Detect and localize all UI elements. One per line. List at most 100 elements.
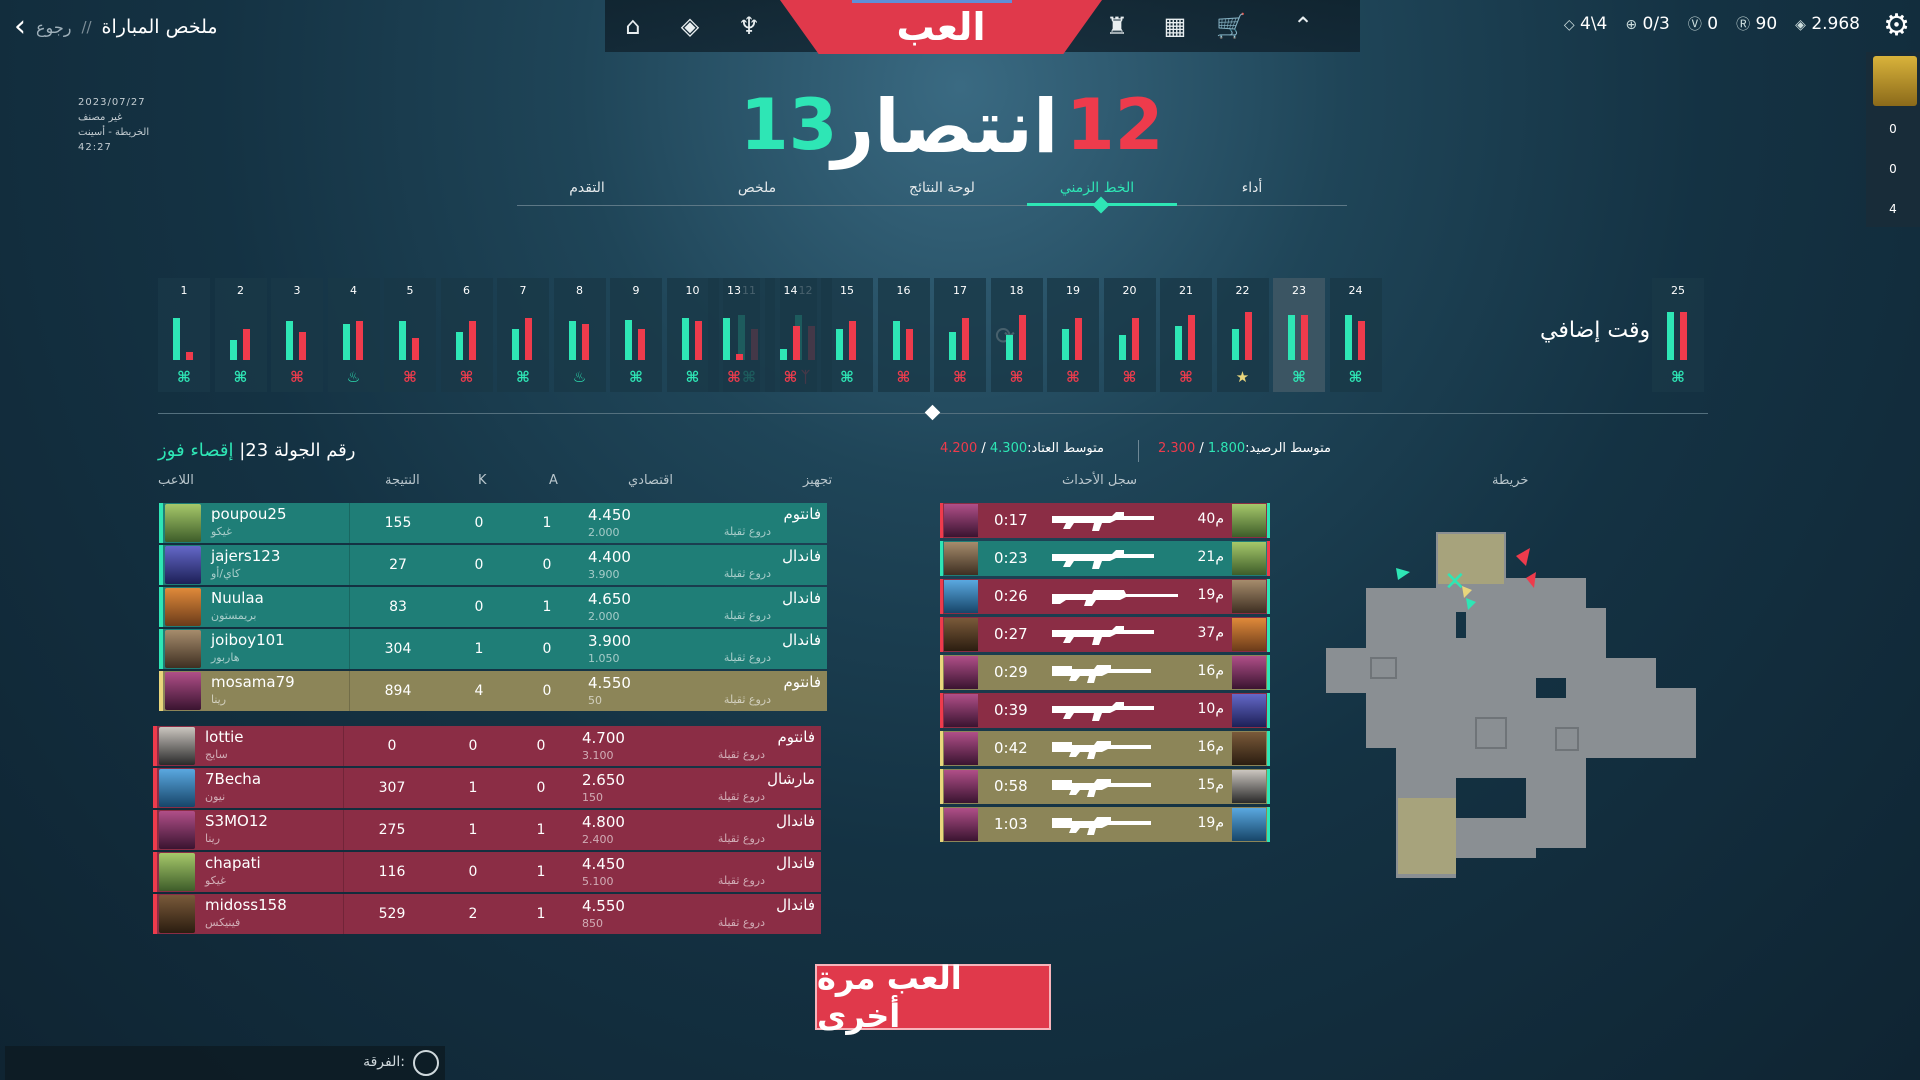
kill-time: 1:03	[994, 815, 1028, 833]
match-mode: غير مصنف	[78, 112, 123, 123]
tab-performance[interactable]: أداء	[1217, 180, 1287, 196]
round-bar-green	[286, 320, 293, 360]
tab-scoreboard[interactable]: لوحة النتائج	[887, 180, 997, 196]
career-icon[interactable]: ♆	[732, 10, 766, 42]
round-bar-green	[512, 329, 519, 360]
round-18[interactable]: 18 ⌘	[990, 278, 1043, 392]
round-21[interactable]: 21 ⌘	[1160, 278, 1212, 392]
table-row[interactable]: mosama79 رينا 894 4 0 4.550 50 فانتوم دروع ثقيلة	[159, 671, 827, 711]
round-14[interactable]: 14 ⌘	[764, 278, 817, 392]
round-3[interactable]: 3 ⌘	[271, 278, 323, 392]
kill-event[interactable]: 0:58 15م	[940, 769, 1270, 804]
kill-event[interactable]: 0:23 21م	[940, 541, 1270, 576]
round-24[interactable]: 24 ⌘	[1329, 278, 1382, 392]
round-2[interactable]: 2 ⌘	[214, 278, 267, 392]
kill-distance: 37م	[1197, 625, 1225, 641]
round-7[interactable]: 7 ⌘	[497, 278, 549, 392]
round-4[interactable]: 4 ♨	[327, 278, 380, 392]
kill-event[interactable]: 0:17 40م	[940, 503, 1270, 538]
avatar[interactable]	[1873, 56, 1917, 106]
round-bar-red	[581, 323, 589, 360]
tab-progress[interactable]: التقدم	[547, 180, 627, 196]
table-row[interactable]: S3MO12 رينا 275 1 1 4.800 2.400 فاندال دروع ثقيل…	[153, 810, 821, 850]
weapon-name: فانتوم	[783, 505, 821, 523]
tab-timeline[interactable]: الخط الزمني	[1047, 180, 1147, 196]
round-number: 17	[953, 284, 967, 297]
table-row[interactable]: lottie سايج 0 0 0 4.700 3.100 فانتوم دروع ثقيلة	[153, 726, 821, 766]
minimap[interactable]: ✕	[1326, 518, 1701, 878]
player-assists: 1	[536, 906, 546, 922]
chat-input[interactable]: الفرقة:	[5, 1046, 445, 1080]
round-6[interactable]: 6 ⌘	[440, 278, 493, 392]
kill-event[interactable]: 0:42 16م	[940, 731, 1270, 766]
currency-item: ⊕ 0/3	[1623, 14, 1670, 34]
round-bar-red	[1301, 315, 1308, 360]
avg-slash: /	[981, 441, 986, 456]
play-tab[interactable]: العب	[780, 0, 1102, 54]
kill-event[interactable]: 1:03 19م	[940, 807, 1270, 842]
round-bar-green	[779, 348, 787, 360]
round-1[interactable]: 1 ⌘	[158, 278, 210, 392]
col-player: اللاعب	[158, 473, 194, 488]
player-name: S3MO12	[205, 812, 268, 830]
round-17[interactable]: 17 ⌘	[934, 278, 986, 392]
gear-icon[interactable]: ⚙	[1883, 8, 1910, 43]
round-bar-green	[1118, 334, 1126, 360]
table-row[interactable]: 7Becha نيون 307 1 0 2.650 150 مارشال دروع ثقيلة	[153, 768, 821, 808]
avg-loadout-green: 4.300	[989, 441, 1028, 456]
killer-avatar	[944, 732, 978, 765]
victim-edge	[1267, 541, 1270, 576]
round-15[interactable]: 15 ⌘	[821, 278, 873, 392]
defuse-icon: ⌘	[1122, 368, 1137, 386]
round-8[interactable]: 8 ♨	[553, 278, 606, 392]
agent-name: غيكو	[205, 874, 226, 887]
table-row[interactable]: jajers123 كاي/أو 27 0 0 4.400 3.900 فاندال دروع …	[159, 545, 827, 585]
chat-icon[interactable]	[413, 1050, 439, 1076]
table-row[interactable]: midoss158 فينيكس 529 2 1 4.550 850 فاندال دروع ث…	[153, 894, 821, 934]
collection-icon[interactable]: ▦	[1158, 10, 1192, 42]
summary-tabs: التقدم ملخص لوحة النتائج الخط الزمني أدا…	[517, 178, 1347, 206]
currency-value: 90	[1755, 14, 1778, 34]
remaining-credits: 850	[582, 917, 603, 930]
back-label: رجوع	[36, 17, 72, 37]
kill-event[interactable]: 0:39 10م	[940, 693, 1270, 728]
player-name: chapati	[205, 854, 261, 872]
battlepass-icon[interactable]: ♜	[1100, 10, 1134, 42]
play-again-button[interactable]: العب مرة أخرى	[815, 959, 1051, 1035]
agent-avatar	[159, 811, 195, 849]
table-row[interactable]: poupou25 غيكو 155 0 1 4.450 2.000 فانتوم دروع ثق…	[159, 503, 827, 543]
round-5[interactable]: 5 ⌘	[384, 278, 436, 392]
tab-summary[interactable]: ملخص	[717, 180, 797, 196]
round-9[interactable]: 9 ⌘	[610, 278, 662, 392]
round-22[interactable]: 22 ★	[1216, 278, 1269, 392]
party-sidebar: 0 0 4	[1866, 52, 1920, 227]
round-number: 23	[1292, 284, 1306, 297]
player-score: 83	[389, 599, 407, 615]
round-16[interactable]: 16 ⌘	[877, 278, 930, 392]
col-event-log: سجل الأحداث	[1062, 473, 1137, 488]
kill-event[interactable]: 0:26 19م	[940, 579, 1270, 614]
round-bar-red	[638, 329, 645, 360]
victim-edge	[1267, 807, 1270, 842]
kill-event[interactable]: 0:27 37م	[940, 617, 1270, 652]
killer-avatar	[944, 770, 978, 803]
round-20[interactable]: 20 ⌘	[1103, 278, 1156, 392]
victim-edge	[1267, 693, 1270, 728]
home-icon[interactable]: ⌂	[616, 10, 650, 42]
table-row[interactable]: Nuulaa بريمستون 83 0 1 4.650 2.000 فاندال دروع ث…	[159, 587, 827, 627]
kill-distance: 15م	[1197, 777, 1225, 793]
table-row[interactable]: joiboy101 هاربور 304 1 0 3.900 1.050 فاندال دروع…	[159, 629, 827, 669]
defuse-icon: ⌘	[953, 368, 967, 386]
rank-icon[interactable]: ⌃	[1286, 10, 1320, 42]
agents-icon[interactable]: ◈	[673, 10, 707, 42]
round-25[interactable]: 25 ⌘	[1652, 278, 1704, 392]
round-23[interactable]: 23 ⌘	[1273, 278, 1325, 392]
kill-event[interactable]: 0:29 16م	[940, 655, 1270, 690]
back-button[interactable]: ‹ رجوع // ملخص المباراة	[14, 8, 218, 46]
table-row[interactable]: chapati غيكو 116 0 1 4.450 5.100 فاندال دروع ثقي…	[153, 852, 821, 892]
round-13[interactable]: 13 ⌘	[708, 278, 760, 392]
row-edge	[153, 894, 157, 934]
store-icon[interactable]: 🛒	[1214, 10, 1248, 42]
agent-avatar	[159, 853, 195, 891]
round-19[interactable]: 19 ⌘	[1047, 278, 1099, 392]
